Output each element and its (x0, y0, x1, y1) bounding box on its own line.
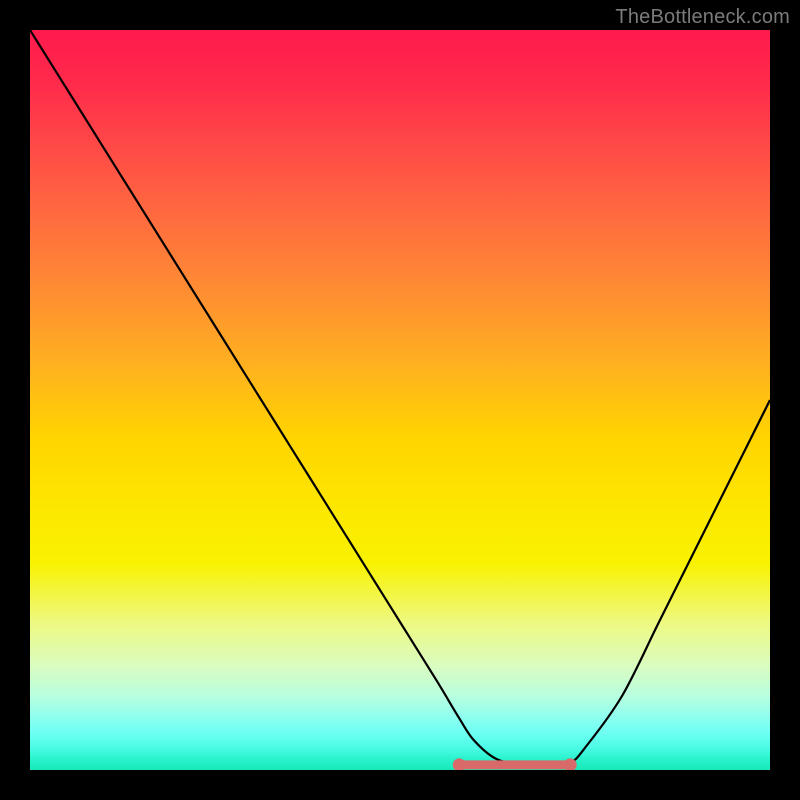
bottleneck-curve (30, 30, 770, 770)
highlight-markers (453, 758, 577, 770)
curve-line (30, 30, 770, 767)
watermark-text: TheBottleneck.com (615, 6, 790, 29)
plot-area (30, 30, 770, 770)
chart-frame: TheBottleneck.com (0, 0, 800, 800)
